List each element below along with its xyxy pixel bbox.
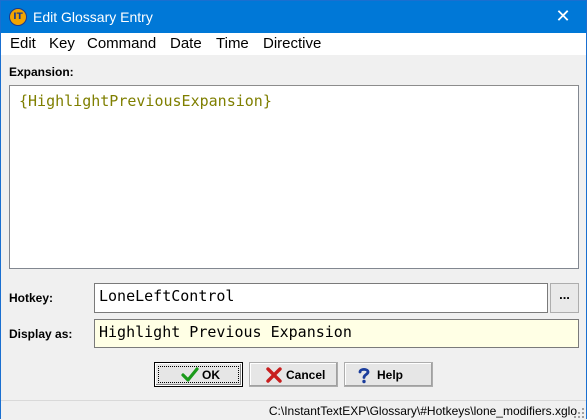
display-as-value: Highlight Previous Expansion bbox=[99, 323, 352, 341]
hotkey-label: Hotkey: bbox=[9, 291, 54, 305]
display-as-field[interactable]: Highlight Previous Expansion bbox=[94, 319, 579, 348]
menu-edit[interactable]: Edit bbox=[10, 35, 36, 52]
hotkey-field[interactable]: LoneLeftControl bbox=[94, 283, 548, 313]
help-label: Help bbox=[377, 368, 404, 382]
expansion-editor[interactable]: {HighlightPreviousExpansion} bbox=[9, 85, 579, 269]
cancel-x-icon bbox=[266, 367, 282, 383]
ok-button[interactable]: OK bbox=[154, 362, 243, 387]
menu-directive[interactable]: Directive bbox=[263, 35, 321, 52]
cancel-label: Cancel bbox=[286, 368, 326, 382]
hotkey-browse-button[interactable]: ... bbox=[550, 283, 579, 313]
resize-grip-icon[interactable] bbox=[574, 408, 585, 419]
display-as-label: Display as: bbox=[9, 327, 73, 341]
close-button[interactable]: ✕ bbox=[540, 1, 586, 33]
app-logo-icon: IT bbox=[9, 8, 27, 26]
menu-date[interactable]: Date bbox=[170, 35, 202, 52]
file-path: C:\InstantTextEXP\Glossary\#Hotkeys\lone… bbox=[268, 404, 577, 418]
menu-command[interactable]: Command bbox=[87, 35, 156, 52]
cancel-button[interactable]: Cancel bbox=[249, 362, 338, 387]
help-button[interactable]: Help bbox=[344, 362, 433, 387]
menu-time[interactable]: Time bbox=[216, 35, 249, 52]
title-bar[interactable]: IT Edit Glossary Entry ✕ bbox=[1, 1, 586, 33]
status-bar: C:\InstantTextEXP\Glossary\#Hotkeys\lone… bbox=[1, 400, 586, 420]
edit-glossary-entry-dialog: IT Edit Glossary Entry ✕ Edit Key Comman… bbox=[0, 0, 587, 420]
ok-label: OK bbox=[202, 368, 220, 382]
expansion-label: Expansion: bbox=[9, 65, 74, 79]
expansion-text: {HighlightPreviousExpansion} bbox=[19, 92, 272, 110]
checkmark-icon bbox=[181, 367, 199, 382]
hotkey-value: LoneLeftControl bbox=[99, 287, 235, 305]
question-mark-icon bbox=[358, 367, 370, 384]
window-title: Edit Glossary Entry bbox=[33, 9, 153, 25]
menu-key[interactable]: Key bbox=[49, 35, 75, 52]
menu-bar: Edit Key Command Date Time Directive bbox=[1, 33, 586, 55]
